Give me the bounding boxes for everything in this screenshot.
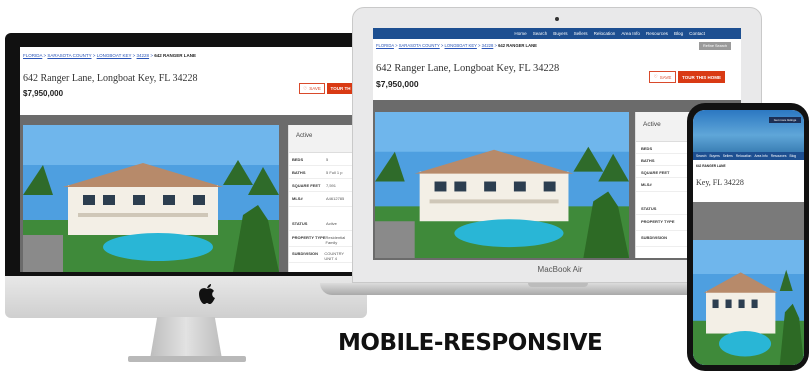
macbook-opening-notch	[528, 283, 588, 287]
heart-icon: ♡	[303, 85, 308, 91]
mobile-responsive-tagline: MOBILE-RESPONSIVE	[338, 330, 603, 356]
nav-buyers[interactable]: Buyers	[709, 154, 719, 158]
detail-row: PROPERTY TYPE	[636, 215, 693, 231]
detail-row: SUBDIVISION	[636, 231, 693, 247]
breadcrumb-link-state[interactable]: FLORIDA	[376, 43, 394, 48]
breadcrumb-link-state[interactable]: FLORIDA	[23, 53, 42, 58]
detail-row: STATUS	[636, 202, 693, 215]
save-button[interactable]: ♡ SAVE	[299, 83, 325, 94]
macbook-listing-page: Home Search Buyers Sellers Relocation Ar…	[373, 28, 741, 260]
breadcrumb-link-county[interactable]: SARASOTA COUNTY	[47, 53, 91, 58]
main-nav: Home Search Buyers Sellers Relocation Ar…	[373, 28, 741, 39]
nav-area-info[interactable]: Area Info	[754, 154, 767, 158]
listing-photo[interactable]	[693, 240, 804, 365]
nav-blog[interactable]: Blog	[790, 154, 797, 158]
nav-sellers[interactable]: Sellers	[723, 154, 733, 158]
nav-relocation[interactable]: Relocation	[736, 154, 752, 158]
imac-stand	[150, 317, 222, 359]
listing-photo[interactable]	[375, 112, 629, 258]
breadcrumb-link-city[interactable]: LONGBOAT KEY	[97, 53, 132, 58]
listing-photo[interactable]	[23, 125, 279, 272]
detail-row: PROPERTY TYPE Residential Family	[289, 231, 354, 247]
nav-sellers[interactable]: Sellers	[574, 31, 588, 36]
imac-chin	[5, 276, 367, 318]
phone-nav: Search Buyers Sellers Relocation Area In…	[693, 152, 804, 160]
listing-price: $7,950,000	[23, 89, 64, 98]
phone-listing-page: Get more listings Search Buyers Sellers …	[693, 110, 804, 365]
imac-listing-page: FLORIDA > SARASOTA COUNTY > LONGBOAT KEY…	[20, 47, 354, 272]
breadcrumb-current: 642 RANGER LANE	[498, 43, 537, 48]
breadcrumb: FLORIDA > SARASOTA COUNTY > LONGBOAT KEY…	[376, 43, 537, 48]
get-listings-button[interactable]: Get more listings	[769, 117, 801, 123]
breadcrumb: FLORIDA > SARASOTA COUNTY > LONGBOAT KEY…	[23, 53, 196, 58]
house-photo-illustration	[23, 125, 279, 272]
breadcrumb-current: 642 RANGER LANE	[696, 164, 726, 168]
fact-row: BATHS 5 Full 1 p	[289, 166, 354, 179]
fact-row: BEDS 5	[289, 153, 354, 166]
listing-address: Key, FL 34228	[696, 178, 744, 187]
nav-resources[interactable]: Resources	[646, 31, 668, 36]
nav-search[interactable]: Search	[533, 31, 548, 36]
heart-icon: ♡	[653, 74, 658, 79]
facts-spacer	[636, 192, 693, 202]
fact-row: MLS# A4612785	[289, 192, 354, 207]
listing-address: 642 Ranger Lane, Longboat Key, FL 34228	[376, 63, 560, 74]
nav-relocation[interactable]: Relocation	[594, 31, 616, 36]
fact-row: BEDS	[636, 142, 693, 154]
listing-price: $7,950,000	[376, 79, 419, 89]
imac-stand-base	[128, 356, 246, 362]
house-photo-illustration	[375, 112, 629, 258]
fact-row: BATHS	[636, 154, 693, 166]
fact-row: SQUARE FEET 7,591	[289, 179, 354, 192]
breadcrumb-link-county[interactable]: SARASOTA COUNTY	[399, 43, 440, 48]
facts-panel: Active BEDS BATHS SQUARE FEET MLS# STATU…	[635, 112, 693, 258]
status-header: Active	[289, 125, 354, 153]
facts-spacer	[289, 207, 354, 217]
refine-search-button[interactable]: Refine Search	[699, 42, 731, 50]
macbook-camera	[555, 17, 559, 21]
fact-row: MLS#	[636, 178, 693, 192]
breadcrumb-link-zip[interactable]: 34228	[137, 53, 150, 58]
tour-home-button[interactable]: TOUR THIS HOME	[678, 71, 725, 83]
breadcrumb-link-zip[interactable]: 34228	[482, 43, 494, 48]
tour-home-button[interactable]: TOUR TH	[327, 83, 354, 94]
fact-row: SQUARE FEET	[636, 166, 693, 178]
save-button[interactable]: ♡ SAVE	[649, 71, 676, 83]
nav-area-info[interactable]: Area Info	[621, 31, 640, 36]
house-photo-illustration	[693, 240, 804, 365]
nav-home[interactable]: Home	[514, 31, 526, 36]
nav-blog[interactable]: Blog	[674, 31, 683, 36]
apple-logo-icon	[199, 284, 215, 304]
detail-row: STATUS Active	[289, 217, 354, 231]
breadcrumb-current: 642 RANGER LANE	[154, 53, 196, 58]
nav-resources[interactable]: Resources	[771, 154, 787, 158]
listing-address: 642 Ranger Lane, Longboat Key, FL 34228	[23, 73, 198, 84]
status-header: Active	[636, 112, 693, 142]
facts-panel: Active BEDS 5 BATHS 5 Full 1 p SQUARE FEET…	[288, 125, 354, 272]
nav-buyers[interactable]: Buyers	[553, 31, 567, 36]
nav-contact[interactable]: Contact	[689, 31, 705, 36]
breadcrumb-link-city[interactable]: LONGBOAT KEY	[445, 43, 477, 48]
macbook-model-label: MacBook Air	[537, 265, 583, 274]
nav-search[interactable]: Search	[696, 154, 706, 158]
detail-row: SUBDIVISION COUNTRY UNIT 4	[289, 247, 354, 263]
